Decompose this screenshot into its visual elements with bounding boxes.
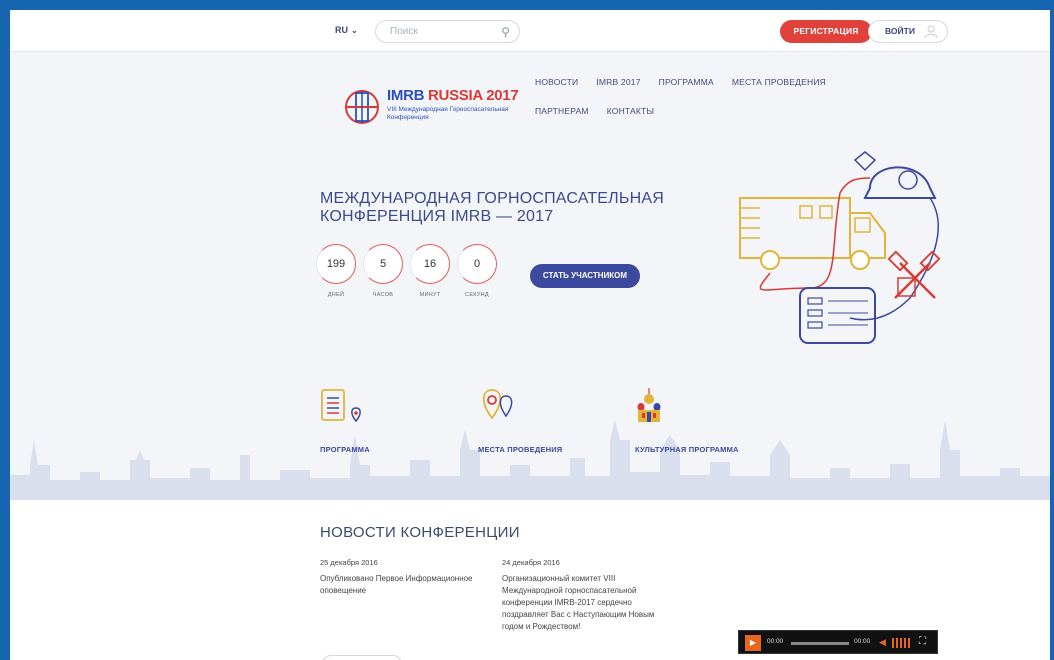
logo-emblem-icon: [345, 90, 379, 124]
play-icon[interactable]: ▶: [745, 635, 761, 651]
countdown-days-value: 199: [316, 244, 356, 284]
news-text[interactable]: Организационный комитет VIII Международн…: [502, 573, 672, 633]
become-participant-button[interactable]: СТАТЬ УЧАСТНИКОМ: [530, 264, 640, 288]
countdown-seconds-label: СЕКУНД: [465, 292, 489, 298]
search-icon[interactable]: ⚲: [501, 25, 510, 39]
all-news-button[interactable]: [322, 655, 402, 660]
news-item[interactable]: 25 декабря 2016 Опубликовано Первое Инфо…: [320, 558, 490, 597]
countdown-hours-value: 5: [363, 244, 403, 284]
search-input[interactable]: [390, 26, 490, 37]
top-bar: RU⌄ ⚲ РЕГИСТРАЦИЯ ВОЙТИ: [10, 10, 1050, 52]
login-button[interactable]: ВОЙТИ: [868, 20, 948, 43]
page-frame: RU⌄ ⚲ РЕГИСТРАЦИЯ ВОЙТИ IMRB RUSSIA 2017: [10, 10, 1050, 660]
logo-title-blue: IMRB: [387, 87, 425, 104]
nav-item-venues[interactable]: МЕСТА ПРОВЕДЕНИЯ: [732, 77, 826, 87]
site-logo[interactable]: IMRB RUSSIA 2017 VIII Международная Горн…: [340, 85, 520, 135]
logo-title-red: RUSSIA: [428, 87, 483, 104]
player-current-time: 00:00: [767, 638, 784, 645]
nav-item-program[interactable]: ПРОГРАММА: [659, 77, 714, 87]
countdown-minutes-value: 16: [410, 244, 450, 284]
language-selector[interactable]: RU ⌄: [335, 25, 358, 35]
news-date: 24 декабря 2016: [502, 558, 560, 567]
login-label: ВОЙТИ: [885, 26, 915, 36]
countdown-hours: 5 ЧАСОВ: [363, 244, 403, 298]
feature-program-label: ПРОГРАММА: [320, 445, 370, 454]
countdown-hours-label: ЧАСОВ: [372, 292, 394, 298]
volume-slider[interactable]: [892, 638, 912, 648]
countdown-days: 199 ДНЕЙ: [316, 244, 356, 298]
player-duration: 00:00: [854, 638, 871, 645]
logo-title: IMRB RUSSIA 2017: [387, 87, 519, 104]
feature-venues[interactable]: МЕСТА ПРОВЕДЕНИЯ: [478, 388, 562, 454]
news-heading: НОВОСТИ КОНФЕРЕНЦИИ: [320, 524, 520, 541]
countdown-seconds: 0 СЕКУНД: [457, 244, 497, 298]
logo-subtitle: VIII Международная Горноспасательная Кон…: [387, 106, 509, 121]
feature-cultural-program-label: КУЛЬТУРНАЯ ПРОГРАММА: [635, 445, 739, 454]
feature-program[interactable]: ПРОГРАММА: [320, 388, 370, 454]
language-label: RU: [335, 25, 348, 35]
countdown-minutes: 16 МИНУТ: [410, 244, 450, 298]
feature-cultural-program[interactable]: КУЛЬТУРНАЯ ПРОГРАММА: [635, 388, 739, 454]
news-item[interactable]: 24 декабря 2016 Организационный комитет …: [502, 558, 672, 633]
audio-player: ▶ 00:00 00:00 ◀ ⛶: [738, 630, 938, 654]
player-progress-bar[interactable]: [791, 642, 849, 645]
countdown-minutes-label: МИНУТ: [419, 292, 441, 298]
chevron-down-icon: ⌄: [351, 26, 358, 35]
volume-icon[interactable]: ◀: [879, 637, 886, 648]
hero-title: МЕЖДУНАРОДНАЯ ГОРНОСПАСАТЕЛЬНАЯ КОНФЕРЕН…: [320, 190, 664, 225]
main-nav: НОВОСТИ IMRB 2017 ПРОГРАММА МЕСТА ПРОВЕДЕНИ…: [535, 72, 915, 130]
user-icon: [924, 25, 938, 39]
nav-item-partners[interactable]: ПАРТНЕРАМ: [535, 106, 589, 116]
program-icon: [321, 389, 361, 423]
countdown-days-label: ДНЕЙ: [327, 292, 345, 298]
location-pin-icon: [482, 389, 513, 420]
register-button[interactable]: РЕГИСТРАЦИЯ: [780, 20, 872, 43]
nav-item-news[interactable]: НОВОСТИ: [535, 77, 578, 87]
cathedral-icon: [637, 388, 661, 422]
feature-venues-label: МЕСТА ПРОВЕДЕНИЯ: [478, 445, 563, 454]
nav-item-imrb2017[interactable]: IMRB 2017: [596, 77, 640, 87]
logo-title-year: 2017: [486, 87, 519, 104]
nav-item-contacts[interactable]: КОНТАКТЫ: [607, 106, 654, 116]
news-text[interactable]: Опубликовано Первое Информационное опове…: [320, 573, 490, 597]
news-date: 25 декабря 2016: [320, 558, 378, 567]
countdown-seconds-value: 0: [457, 244, 497, 284]
rescue-illustration-icon: [739, 151, 941, 344]
fullscreen-icon[interactable]: ⛶: [919, 636, 926, 647]
search-box[interactable]: ⚲: [375, 20, 520, 43]
